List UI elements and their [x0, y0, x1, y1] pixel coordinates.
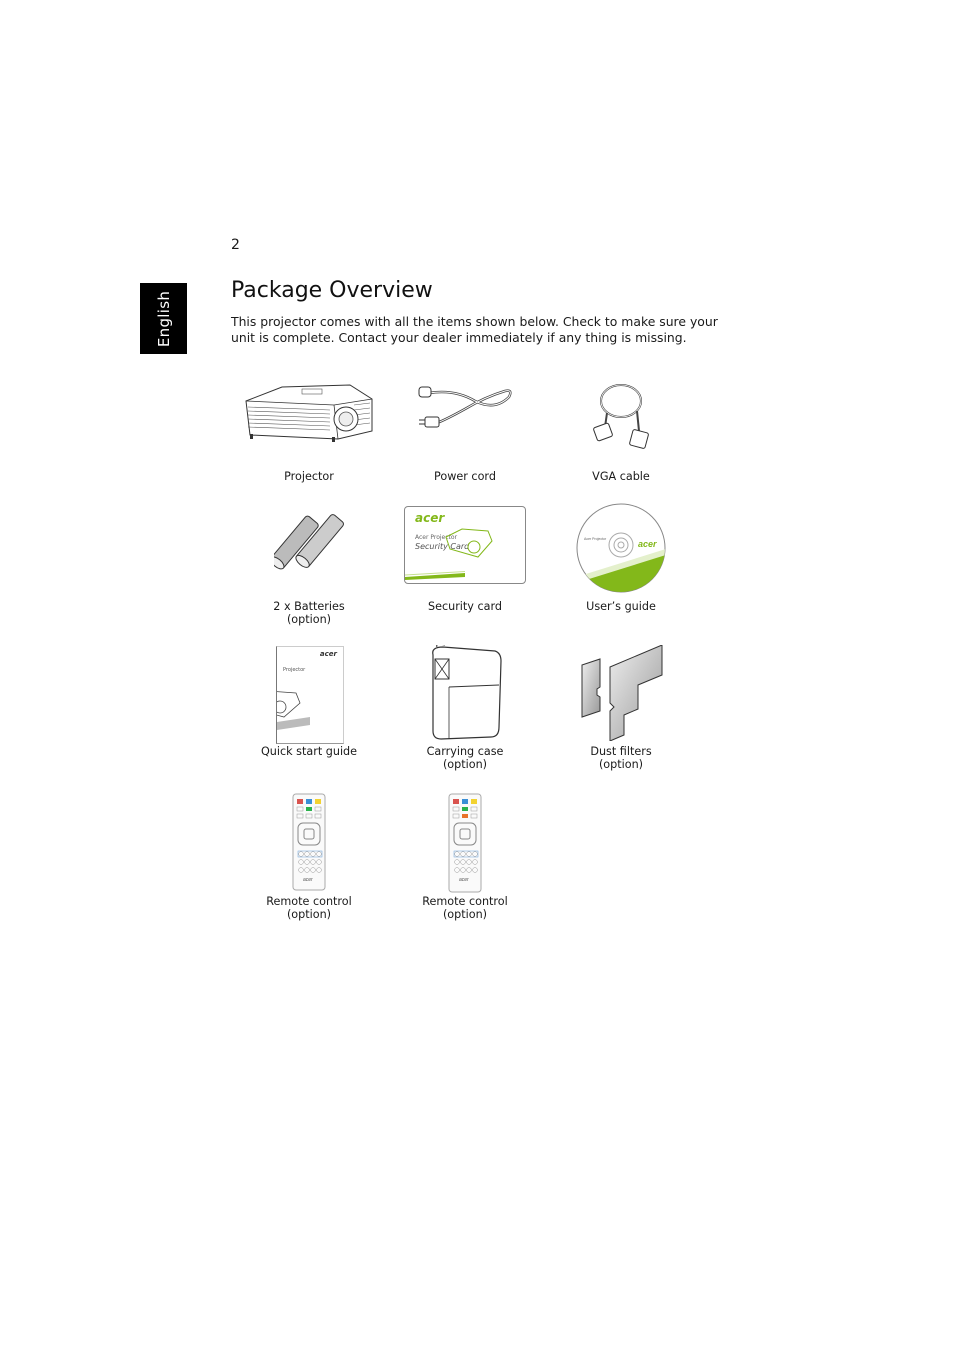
item-quick-start-guide: acer Projector Quick start guide	[229, 645, 389, 758]
quick-start-guide-illustration: acer Projector	[276, 646, 344, 744]
item-vga-cable: VGA cable	[541, 375, 701, 483]
power-cord-illustration	[418, 386, 512, 428]
projector-outline-icon	[445, 528, 493, 558]
item-note: (option)	[286, 613, 332, 626]
item-users-guide: acer Acer Projector User’s guide	[541, 503, 701, 613]
item-dust-filters: Dust filters (option)	[541, 645, 701, 771]
item-label: Remote control	[422, 895, 508, 908]
item-label: VGA cable	[592, 470, 650, 483]
item-label: Carrying case	[426, 745, 504, 758]
item-label: Projector	[284, 470, 334, 483]
svg-text:acer: acer	[303, 877, 313, 883]
remote-control-illustration: acer	[292, 793, 326, 891]
item-note: (option)	[442, 908, 488, 921]
green-stripe-decoration	[405, 571, 465, 580]
item-carrying-case: Carrying case (option)	[385, 645, 545, 771]
item-label: Remote control	[266, 895, 352, 908]
page-title: Package Overview	[231, 278, 433, 303]
svg-text:acer: acer	[638, 539, 657, 549]
guide-title: Projector	[283, 667, 306, 673]
item-label: Security card	[427, 600, 502, 613]
item-note: (option)	[442, 758, 488, 771]
acer-logo: acer	[415, 511, 445, 525]
item-label: Quick start guide	[260, 745, 358, 758]
item-note: (option)	[286, 908, 332, 921]
item-label: 2 x Batteries	[273, 600, 345, 613]
remote-control-illustration: acer	[448, 793, 482, 893]
vga-cable-illustration	[593, 384, 649, 449]
item-batteries: 2 x Batteries (option)	[229, 505, 389, 626]
item-security-card: acer Acer Projector Security Card Securi…	[385, 505, 545, 613]
item-label: User’s guide	[586, 600, 656, 613]
carrying-case-illustration	[432, 645, 502, 740]
page-number: 2	[231, 237, 240, 253]
guide-acer-logo: acer	[319, 650, 337, 658]
language-tab-label: English	[154, 290, 173, 347]
guide-cover-art	[277, 691, 310, 730]
security-card-illustration: acer Acer Projector Security Card	[404, 506, 526, 584]
dust-filters-illustration	[581, 645, 663, 741]
svg-text:Acer Projector: Acer Projector	[584, 537, 607, 541]
item-projector: Projector	[229, 375, 389, 483]
intro-paragraph: This projector comes with all the items …	[231, 314, 718, 345]
projector-illustration	[245, 384, 373, 442]
item-label: Power cord	[434, 470, 496, 483]
item-remote-control-1: acer Remote control (option)	[229, 793, 389, 921]
item-power-cord: Power cord	[385, 375, 545, 483]
batteries-illustration	[274, 514, 344, 570]
item-remote-control-2: acer Remote control (option)	[385, 793, 545, 921]
item-note: (option)	[598, 758, 644, 771]
cd-illustration: acer Acer Projector	[576, 503, 666, 593]
language-tab: English	[140, 283, 187, 354]
svg-text:acer: acer	[459, 877, 469, 883]
item-label: Dust filters	[590, 745, 652, 758]
